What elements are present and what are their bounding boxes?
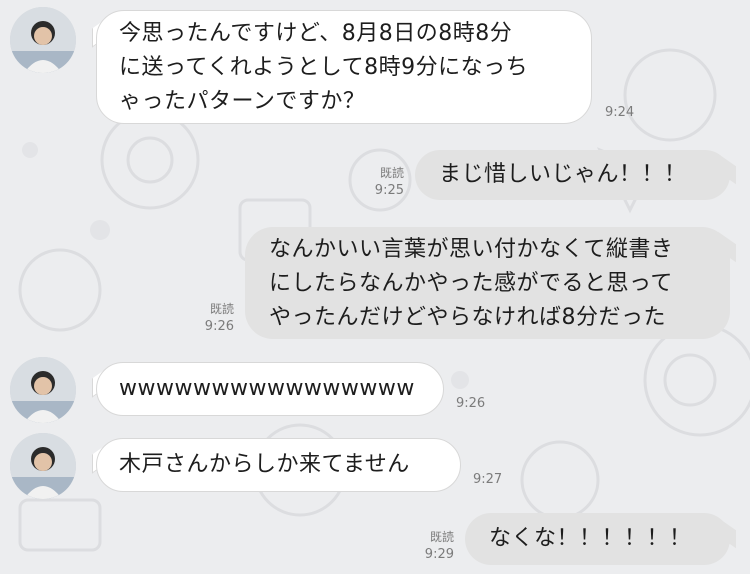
read-receipt: 既読 [379,166,404,180]
message-text-line: まじ惜しいじゃん！！！ [439,162,687,187]
contact-avatar-icon[interactable] [10,357,76,423]
message-text-line: やったんだけどやらなければ8分だった [269,305,666,330]
message-meta: 既読 9:29 [410,529,454,563]
outgoing-message-bubble[interactable]: なんかいい言葉が思い付かなくて縦書き にしたらなんかやった感がでると思って やっ… [245,227,730,339]
incoming-message-bubble[interactable]: 木戸さんからしか来てません [96,438,461,492]
message-meta: 既読 9:26 [190,301,234,335]
read-receipt: 既読 [209,302,234,316]
message-text-line: 木戸さんからしか来てません [119,452,410,477]
message-text-line: 今思ったんですけど、8月8日の8時8分 [119,21,513,46]
contact-avatar-icon[interactable] [10,7,76,73]
message-text-line: なくな！！！！！！ [489,526,692,551]
message-timestamp: 9:29 [424,547,454,562]
message-text-line: に送ってくれようとして8時9分になっち [119,55,529,80]
message-text-line: wwwwwwwwwwwwwwww [119,376,415,401]
incoming-message-bubble[interactable]: wwwwwwwwwwwwwwww [96,362,444,416]
message-timestamp: 9:26 [204,319,234,334]
message-timestamp: 9:26 [456,396,486,411]
contact-avatar-icon[interactable] [10,433,76,499]
message-text-line: ゃったパターンですか？ [119,89,366,114]
message-text-line: なんかいい言葉が思い付かなくて縦書き [269,237,674,262]
outgoing-message-bubble[interactable]: まじ惜しいじゃん！！！ [415,150,730,200]
message-timestamp: 9:24 [605,105,635,120]
message-text-line: にしたらなんかやった感がでると思って [269,271,673,296]
message-timestamp: 9:27 [473,472,503,487]
message-meta: 既読 9:25 [360,165,404,199]
message-timestamp: 9:25 [374,183,404,198]
read-receipt: 既読 [429,530,454,544]
incoming-message-bubble[interactable]: 今思ったんですけど、8月8日の8時8分 に送ってくれようとして8時9分になっち … [96,10,592,124]
outgoing-message-bubble[interactable]: なくな！！！！！！ [465,513,730,565]
